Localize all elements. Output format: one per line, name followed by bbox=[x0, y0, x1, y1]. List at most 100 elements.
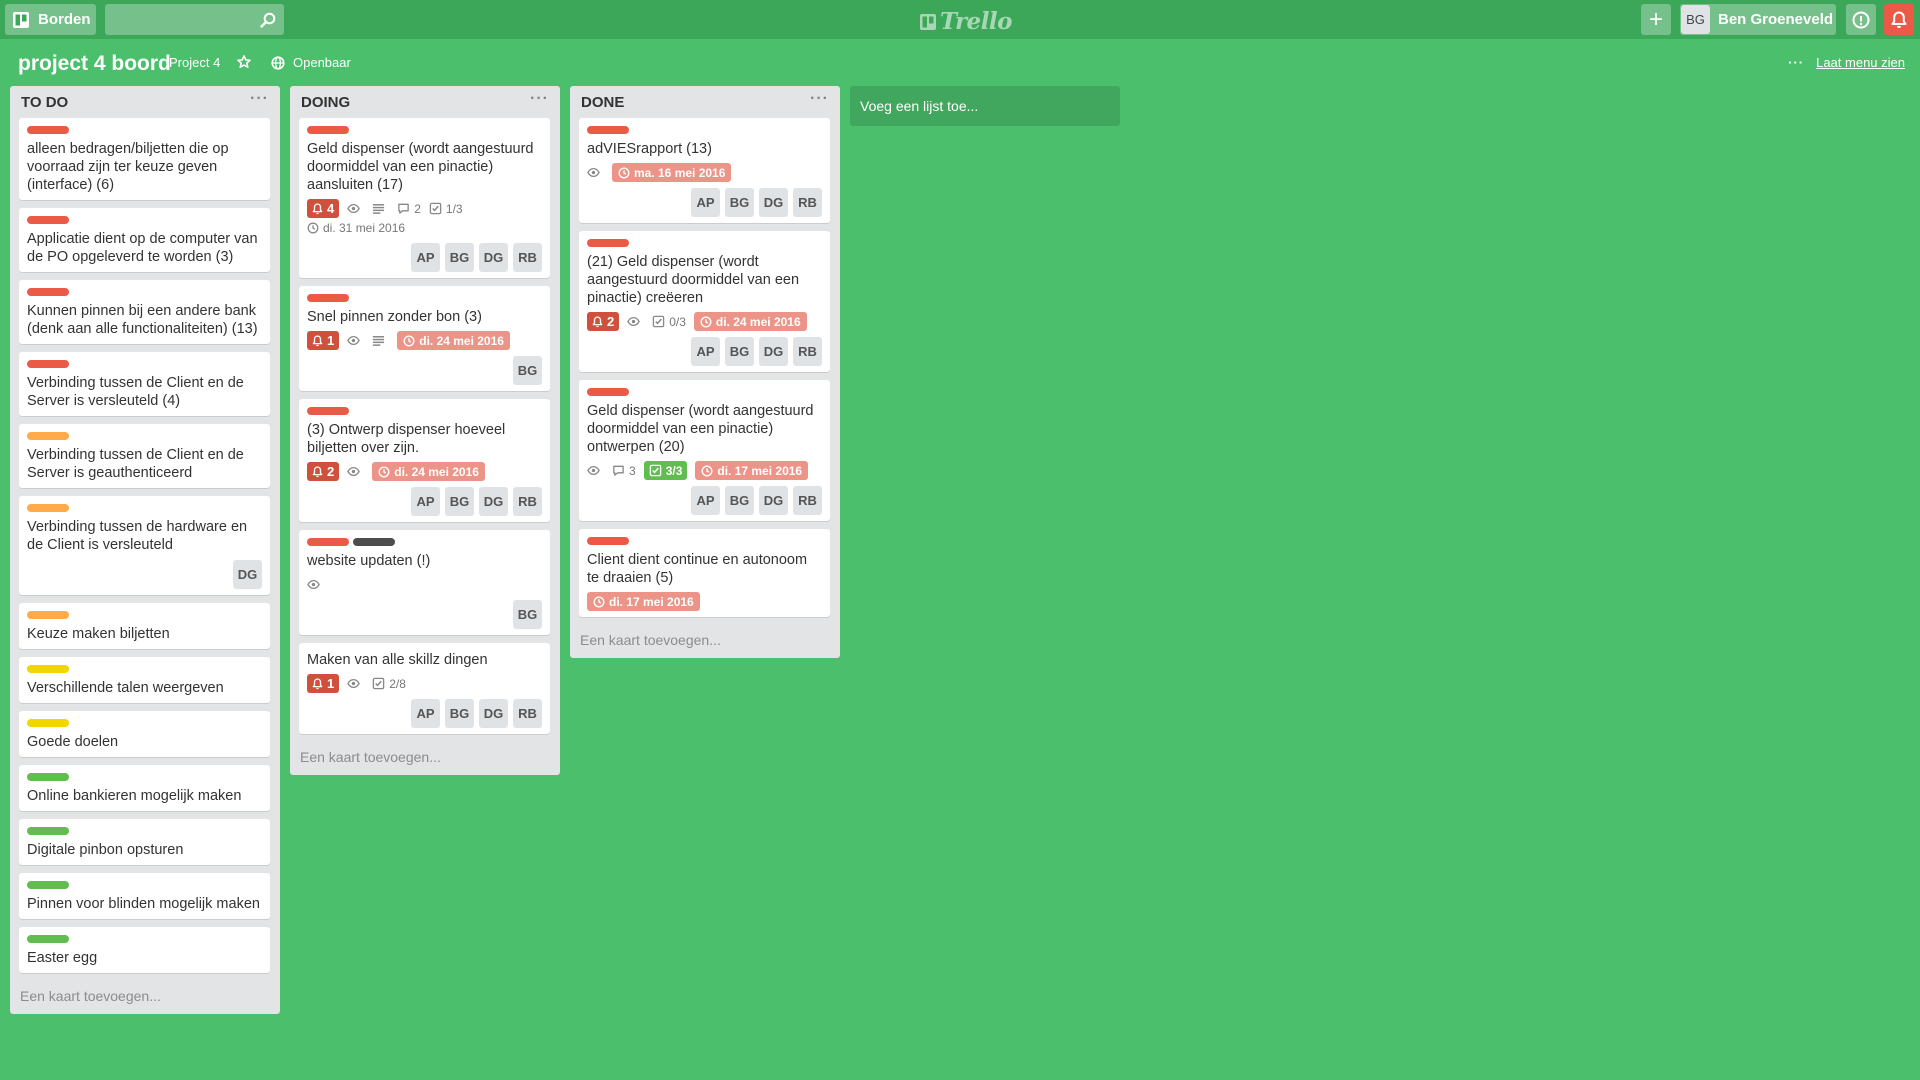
label-red[interactable] bbox=[27, 360, 69, 368]
member-avatar[interactable]: BG bbox=[725, 337, 754, 366]
label-yellow[interactable] bbox=[27, 665, 69, 673]
list-header[interactable]: TO DO ··· bbox=[19, 86, 270, 118]
add-button[interactable]: + bbox=[1641, 4, 1671, 35]
trello-logo-icon bbox=[920, 13, 936, 30]
member-avatar[interactable]: DG bbox=[479, 243, 508, 272]
label-red[interactable] bbox=[587, 126, 629, 134]
info-button[interactable] bbox=[1846, 4, 1876, 35]
card[interactable]: Pinnen voor blinden mogelijk maken bbox=[19, 873, 270, 919]
label-red[interactable] bbox=[587, 537, 629, 545]
member-avatar[interactable]: AP bbox=[411, 243, 440, 272]
add-card-link[interactable]: Een kaart toevoegen... bbox=[299, 742, 550, 767]
board-team-link[interactable]: Project 4 bbox=[169, 55, 220, 70]
member-avatar[interactable]: RB bbox=[793, 337, 822, 366]
due-date-badge: di. 17 mei 2016 bbox=[587, 592, 700, 611]
list-header[interactable]: DONE ··· bbox=[579, 86, 830, 118]
card[interactable]: Snel pinnen zonder bon (3) 1 di. 24 mei 20… bbox=[299, 286, 550, 391]
label-yellow[interactable] bbox=[27, 719, 69, 727]
member-avatar[interactable]: RB bbox=[513, 243, 542, 272]
member-avatar[interactable]: DG bbox=[759, 486, 788, 515]
member-avatar[interactable]: BG bbox=[445, 487, 474, 516]
card[interactable]: (21) Geld dispenser (wordt aangestuurd d… bbox=[579, 231, 830, 372]
member-avatar[interactable]: AP bbox=[691, 188, 720, 217]
list-title: DOING bbox=[301, 94, 351, 111]
list-menu-icon[interactable]: ··· bbox=[530, 90, 549, 108]
list-menu-icon[interactable]: ··· bbox=[810, 90, 829, 108]
label-green[interactable] bbox=[27, 773, 69, 781]
label-red[interactable] bbox=[27, 288, 69, 296]
member-avatar[interactable]: BG bbox=[513, 600, 542, 629]
notifications-button[interactable] bbox=[1884, 4, 1914, 35]
card[interactable]: alleen bedragen/biljetten die op voorraa… bbox=[19, 118, 270, 200]
star-icon[interactable] bbox=[237, 54, 251, 74]
card[interactable]: Digitale pinbon opsturen bbox=[19, 819, 270, 865]
member-avatar[interactable]: BG bbox=[445, 699, 474, 728]
card[interactable]: Keuze maken biljetten bbox=[19, 603, 270, 649]
show-menu-link[interactable]: Laat menu zien bbox=[1816, 55, 1905, 70]
member-avatar[interactable]: BG bbox=[725, 486, 754, 515]
member-avatar[interactable]: RB bbox=[513, 487, 542, 516]
card[interactable]: Maken van alle skillz dingen 1 2/8 AP BG DG RB bbox=[299, 643, 550, 734]
label-red[interactable] bbox=[307, 407, 349, 415]
add-card-link[interactable]: Een kaart toevoegen... bbox=[19, 981, 270, 1006]
member-avatar[interactable]: RB bbox=[793, 188, 822, 217]
member-avatar[interactable]: RB bbox=[513, 699, 542, 728]
label-green[interactable] bbox=[27, 935, 69, 943]
member-avatar[interactable]: AP bbox=[411, 487, 440, 516]
trello-logo[interactable]: Trello bbox=[920, 8, 1013, 35]
member-avatar[interactable]: DG bbox=[233, 560, 262, 589]
card[interactable]: adVIESrapport (13) ma. 16 mei 2016 AP BG DG R… bbox=[579, 118, 830, 223]
card[interactable]: Verbinding tussen de hardware en de Clie… bbox=[19, 496, 270, 595]
member-avatar[interactable]: BG bbox=[513, 356, 542, 385]
label-orange[interactable] bbox=[27, 611, 69, 619]
user-menu-button[interactable]: BG Ben Groeneveld bbox=[1680, 4, 1836, 35]
card[interactable]: Easter egg bbox=[19, 927, 270, 973]
member-avatar[interactable]: DG bbox=[759, 337, 788, 366]
card[interactable]: Client dient continue en autonoom te dra… bbox=[579, 529, 830, 617]
label-red[interactable] bbox=[587, 239, 629, 247]
boards-button[interactable]: Borden bbox=[5, 4, 96, 35]
card[interactable]: Goede doelen bbox=[19, 711, 270, 757]
card-badges: 2 0/3 di. 24 mei 2016 bbox=[587, 312, 822, 331]
card[interactable]: Geld dispenser (wordt aangestuurd doormi… bbox=[299, 118, 550, 278]
label-red[interactable] bbox=[307, 294, 349, 302]
label-red[interactable] bbox=[27, 216, 69, 224]
member-avatar[interactable]: RB bbox=[793, 486, 822, 515]
board-title[interactable]: project 4 boord bbox=[18, 52, 171, 76]
member-avatar[interactable]: AP bbox=[691, 337, 720, 366]
label-orange[interactable] bbox=[27, 432, 69, 440]
member-avatar[interactable]: DG bbox=[479, 487, 508, 516]
card[interactable]: Verbinding tussen de Client en de Server… bbox=[19, 424, 270, 488]
label-green[interactable] bbox=[27, 827, 69, 835]
visibility-button[interactable]: Openbaar bbox=[271, 55, 351, 70]
member-avatar[interactable]: DG bbox=[759, 188, 788, 217]
card[interactable]: Kunnen pinnen bij een andere bank (denk … bbox=[19, 280, 270, 344]
list-header[interactable]: DOING ··· bbox=[299, 86, 550, 118]
search-input[interactable] bbox=[105, 4, 284, 35]
member-avatar[interactable]: AP bbox=[411, 699, 440, 728]
label-red[interactable] bbox=[27, 126, 69, 134]
member-avatar[interactable]: BG bbox=[445, 243, 474, 272]
label-green[interactable] bbox=[27, 881, 69, 889]
label-red[interactable] bbox=[587, 388, 629, 396]
list-menu-icon[interactable]: ··· bbox=[250, 90, 269, 108]
label-red[interactable] bbox=[307, 126, 349, 134]
add-card-link[interactable]: Een kaart toevoegen... bbox=[579, 625, 830, 650]
card[interactable]: Geld dispenser (wordt aangestuurd doormi… bbox=[579, 380, 830, 521]
member-avatar[interactable]: BG bbox=[725, 188, 754, 217]
card[interactable]: Applicatie dient op de computer van de P… bbox=[19, 208, 270, 272]
card[interactable]: Verschillende talen weergeven bbox=[19, 657, 270, 703]
label-black[interactable] bbox=[353, 538, 395, 546]
card[interactable]: website updaten (!) BG bbox=[299, 530, 550, 635]
card[interactable]: Verbinding tussen de Client en de Server… bbox=[19, 352, 270, 416]
member-avatar[interactable]: DG bbox=[479, 699, 508, 728]
show-menu-button[interactable]: ··· Laat menu zien bbox=[1788, 55, 1905, 70]
label-red[interactable] bbox=[307, 538, 349, 546]
member-avatar[interactable]: AP bbox=[691, 486, 720, 515]
card[interactable]: (3) Ontwerp dispenser hoeveel biljetten … bbox=[299, 399, 550, 522]
card[interactable]: Online bankieren mogelijk maken bbox=[19, 765, 270, 811]
card-labels bbox=[27, 719, 262, 728]
list-doing: DOING ··· Geld dispenser (wordt aangestuu… bbox=[290, 86, 560, 775]
label-orange[interactable] bbox=[27, 504, 69, 512]
add-list-button[interactable]: Voeg een lijst toe... bbox=[850, 86, 1120, 126]
